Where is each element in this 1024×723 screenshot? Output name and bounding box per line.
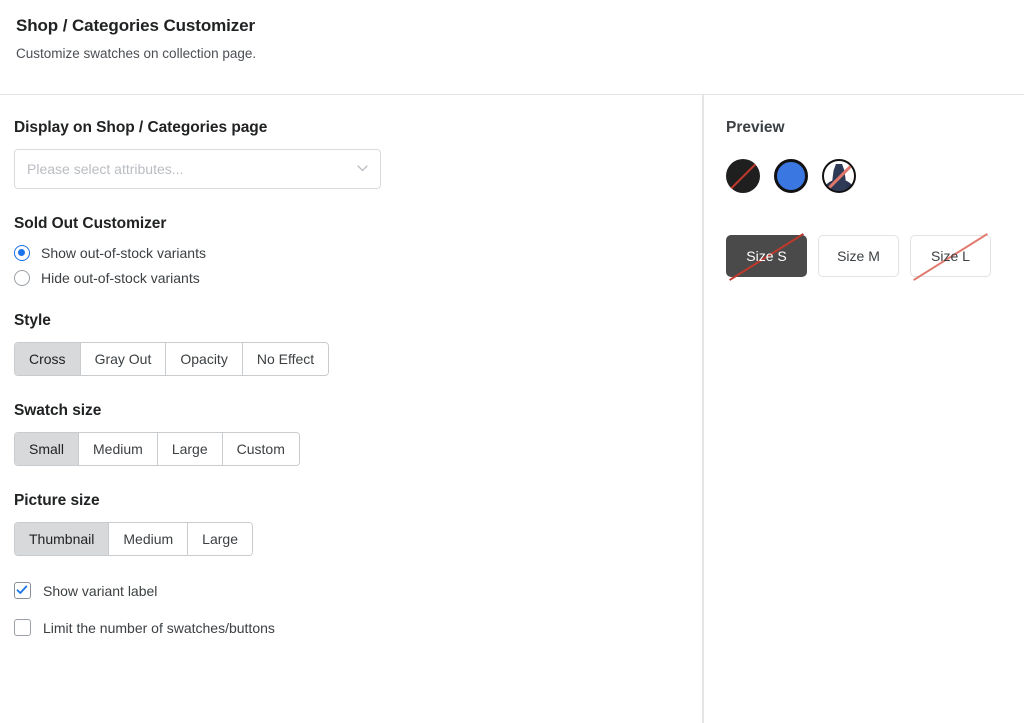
preview-swatch-row [726,159,1024,193]
preview-panel: Preview Size S Size M Size L [704,95,1024,723]
size-button-s[interactable]: Size S [726,233,807,281]
style-section-title: Style [14,312,51,329]
style-section: Style Cross Gray Out Opacity No Effect [14,312,686,376]
sold-out-section: Sold Out Customizer Show out-of-stock va… [14,215,686,286]
radio-label-hide: Hide out-of-stock variants [41,270,200,286]
size-button-m-label: Size M [837,248,880,264]
blue-swatch[interactable] [774,159,808,193]
swatch-size-section-title: Swatch size [14,402,102,419]
radio-icon-checked[interactable] [14,245,30,261]
picture-swatch[interactable] [822,159,856,193]
radio-show-out-of-stock[interactable]: Show out-of-stock variants [14,245,686,261]
checkmark-icon[interactable] [14,582,31,599]
checkbox-icon-unchecked[interactable] [14,619,31,636]
radio-icon-unchecked[interactable] [14,270,30,286]
picture-size-segmented-control: Thumbnail Medium Large [14,522,253,556]
swatch-size-option-medium[interactable]: Medium [79,433,158,465]
swatch-size-option-small[interactable]: Small [15,433,80,465]
style-option-opacity[interactable]: Opacity [166,343,243,375]
swatch-size-option-large[interactable]: Large [157,433,223,465]
size-button-s-label: Size S [746,248,787,264]
cross-out-icon [728,162,758,192]
checkbox-limit-swatches[interactable]: Limit the number of swatches/buttons [14,619,686,636]
sold-out-section-title: Sold Out Customizer [14,215,167,232]
content-columns: Display on Shop / Categories page Please… [0,95,1024,723]
preview-title: Preview [726,119,785,136]
display-section: Display on Shop / Categories page Please… [14,119,686,189]
display-section-title: Display on Shop / Categories page [14,119,268,136]
picture-size-section: Picture size Thumbnail Medium Large [14,492,686,556]
checkbox-label-limit-swatches: Limit the number of swatches/buttons [43,619,275,636]
style-segmented-control: Cross Gray Out Opacity No Effect [14,342,330,376]
radio-label-show: Show out-of-stock variants [41,245,206,261]
customizer-page: Shop / Categories Customizer Customize s… [0,0,1024,723]
page-subtitle: Customize swatches on collection page. [16,46,257,61]
attributes-select[interactable]: Please select attributes... [14,149,381,189]
page-title: Shop / Categories Customizer [16,16,256,35]
attributes-select-placeholder: Please select attributes... [27,161,184,177]
style-option-gray-out[interactable]: Gray Out [80,343,167,375]
picture-size-option-medium[interactable]: Medium [109,523,189,555]
size-button-l-label: Size L [931,248,970,264]
swatch-size-segmented-control: Small Medium Large Custom [14,432,300,466]
picture-size-option-thumbnail[interactable]: Thumbnail [15,523,110,555]
settings-panel: Display on Shop / Categories page Please… [0,95,702,723]
checkbox-show-variant-label[interactable]: Show variant label [14,582,686,599]
size-button-l[interactable]: Size L [910,233,991,281]
checkbox-label-show-variant-label: Show variant label [43,582,158,599]
swatch-size-section: Swatch size Small Medium Large Custom [14,402,686,466]
style-option-cross[interactable]: Cross [15,343,81,375]
preview-size-row: Size S Size M Size L [726,233,1024,281]
page-header: Shop / Categories Customizer Customize s… [0,0,1024,75]
black-swatch[interactable] [726,159,760,193]
chevron-down-icon [357,165,368,172]
style-option-no-effect[interactable]: No Effect [242,343,329,375]
picture-size-option-large[interactable]: Large [188,523,252,555]
size-button-m[interactable]: Size M [818,235,899,277]
swatch-size-option-custom[interactable]: Custom [222,433,299,465]
picture-size-section-title: Picture size [14,492,100,509]
radio-hide-out-of-stock[interactable]: Hide out-of-stock variants [14,270,686,286]
